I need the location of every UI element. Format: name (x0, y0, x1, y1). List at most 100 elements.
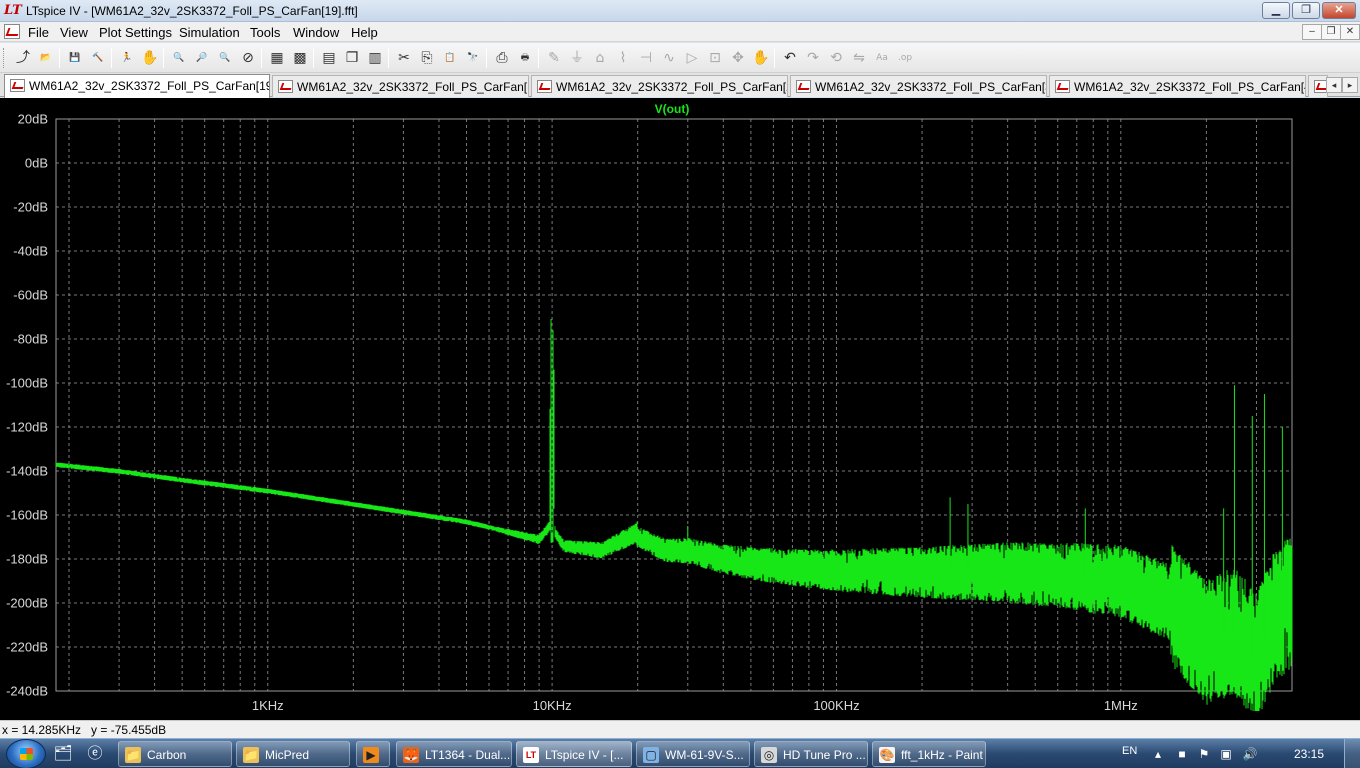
menu-view[interactable]: View (60, 25, 88, 40)
y-tick-label[interactable]: -140dB (6, 464, 48, 479)
tray-expand-icon[interactable]: ▴ (1150, 746, 1166, 762)
autorange-icon[interactable]: ▦ (268, 49, 286, 67)
print-icon[interactable]: 🖶 (516, 49, 534, 67)
zoom-cancel-icon[interactable]: ⊘ (239, 49, 257, 67)
tab-scroll-left-button[interactable]: ◂ (1326, 77, 1342, 93)
rotate-icon[interactable]: ⟲ (827, 49, 845, 67)
undo-icon[interactable]: ↶ (781, 49, 799, 67)
taskbar-item[interactable]: ▢ WM-61-9V-S... (636, 741, 750, 767)
taskbar-item[interactable]: LT LTspice IV - [... (516, 741, 632, 767)
text-icon[interactable]: Aa (873, 49, 891, 67)
tile-horizontal-icon[interactable]: ▤ (320, 49, 338, 67)
zoom-in-icon[interactable]: 🔍 (170, 49, 188, 67)
fft-plot[interactable] (0, 98, 1360, 720)
drag-icon[interactable]: ✋ (752, 49, 770, 67)
wire-icon[interactable]: ✎ (545, 49, 563, 67)
menu-tools[interactable]: Tools (250, 25, 280, 40)
zoom-back-icon[interactable]: 🔍 (216, 49, 234, 67)
mdi-minimize-button[interactable]: – (1302, 24, 1322, 40)
tray-clock[interactable]: 23:15 (1294, 747, 1324, 761)
redo-icon[interactable]: ↷ (804, 49, 822, 67)
taskbar-item[interactable]: 🦊 LT1364 - Dual... (396, 741, 512, 767)
fit-icon[interactable]: ▩ (291, 49, 309, 67)
x-tick-label[interactable]: 10KHz (533, 698, 572, 713)
tab-fft-1[interactable]: WM61A2_32v_2SK3372_Foll_PS_CarFan[1].fft (272, 75, 529, 97)
resistor-icon[interactable]: ⌇ (614, 49, 632, 67)
y-tick-label[interactable]: 20dB (18, 112, 48, 127)
y-tick-label[interactable]: -40dB (13, 244, 48, 259)
tray-language[interactable]: EN (1122, 745, 1137, 757)
move-icon[interactable]: ✥ (729, 49, 747, 67)
save-icon[interactable]: 💾 (66, 49, 84, 67)
menu-file[interactable]: File (28, 25, 49, 40)
close-button[interactable]: ✕ (1322, 2, 1356, 19)
ground-icon[interactable]: ⏚ (568, 49, 586, 67)
taskbar-item[interactable]: ◎ HD Tune Pro ... (754, 741, 868, 767)
trace-title[interactable]: V(out) (655, 102, 690, 116)
menu-window[interactable]: Window (293, 25, 339, 40)
waveform-plot-pane[interactable]: V(out) 20dB 0dB -20dB -40dB -60dB -80dB -100dB… (0, 98, 1360, 720)
y-tick-label[interactable]: -20dB (13, 200, 48, 215)
cascade-icon[interactable]: ❐ (343, 49, 361, 67)
y-tick-label[interactable]: -220dB (6, 640, 48, 655)
y-tick-label[interactable]: -100dB (6, 376, 48, 391)
capacitor-icon[interactable]: ⊣ (637, 49, 655, 67)
tab-fft-3[interactable]: WM61A2_32v_2SK3372_Foll_PS_CarFan[3].fft (790, 75, 1047, 97)
spice-directive-icon[interactable]: .op (896, 49, 914, 67)
y-tick-label[interactable]: -200dB (6, 596, 48, 611)
title-bar[interactable]: LT LTspice IV - [WM61A2_32v_2SK3372_Foll… (0, 0, 1360, 22)
run-icon[interactable]: 🏃 (118, 49, 136, 67)
tab-scroll-right-button[interactable]: ▸ (1342, 77, 1358, 93)
menu-help[interactable]: Help (351, 25, 378, 40)
tab-overflow[interactable] (1308, 75, 1328, 97)
y-tick-label[interactable]: -120dB (6, 420, 48, 435)
label-net-icon[interactable]: ⌂ (591, 49, 609, 67)
y-tick-label[interactable]: -180dB (6, 552, 48, 567)
minimize-button[interactable]: ▁ (1262, 2, 1290, 19)
tile-vertical-icon[interactable]: ▥ (366, 49, 384, 67)
mdi-close-button[interactable]: ✕ (1340, 24, 1360, 40)
tab-fft-4[interactable]: WM61A2_32v_2SK3372_Foll_PS_CarFan[4].fft (1049, 75, 1306, 97)
y-tick-label[interactable]: -80dB (13, 332, 48, 347)
document-menu-icon[interactable] (4, 24, 20, 39)
y-tick-label[interactable]: 0dB (25, 156, 48, 171)
volume-icon[interactable]: 🔊 (1242, 746, 1258, 762)
print-preview-icon[interactable]: ⎙ (493, 49, 511, 67)
mdi-restore-button[interactable]: ❐ (1321, 24, 1341, 40)
y-tick-label[interactable]: -60dB (13, 288, 48, 303)
control-panel-icon[interactable]: 🔨 (89, 49, 107, 67)
inductor-icon[interactable]: ∿ (660, 49, 678, 67)
open-waveform-icon[interactable]: ⤴ (14, 49, 32, 67)
tray-app-icon[interactable]: ■ (1174, 746, 1190, 762)
maximize-button[interactable]: ❐ (1292, 2, 1320, 19)
x-tick-label[interactable]: 100KHz (813, 698, 859, 713)
open-file-icon[interactable]: 📂 (37, 49, 55, 67)
taskbar-item[interactable]: 📁 Carbon (118, 741, 232, 767)
toolbar-grip[interactable] (3, 48, 7, 68)
taskbar-item[interactable]: 🎨 fft_1kHz - Paint (872, 741, 986, 767)
taskbar-item[interactable]: ▶ (356, 741, 390, 767)
action-center-icon[interactable]: ⚑ (1196, 746, 1212, 762)
start-button[interactable] (6, 739, 46, 768)
menu-plot-settings[interactable]: Plot Settings (99, 25, 172, 40)
y-tick-label[interactable]: -160dB (6, 508, 48, 523)
paste-icon[interactable]: 📋 (441, 49, 459, 67)
tab-fft-19[interactable]: WM61A2_32v_2SK3372_Foll_PS_CarFan[19].ff… (4, 74, 270, 98)
x-tick-label[interactable]: 1MHz (1104, 698, 1138, 713)
copy-icon[interactable]: ⎘ (418, 49, 436, 67)
diode-icon[interactable]: ▷ (683, 49, 701, 67)
find-icon[interactable]: 🔭 (464, 49, 482, 67)
cut-icon[interactable]: ✂ (395, 49, 413, 67)
menu-simulation[interactable]: Simulation (179, 25, 240, 40)
component-icon[interactable]: ⊡ (706, 49, 724, 67)
halt-icon[interactable]: ✋ (141, 49, 159, 67)
y-tick-label[interactable]: -240dB (6, 684, 48, 699)
zoom-out-icon[interactable]: 🔎 (193, 49, 211, 67)
x-tick-label[interactable]: 1KHz (252, 698, 284, 713)
show-desktop-button[interactable] (1344, 739, 1360, 768)
network-icon[interactable]: ▣ (1218, 746, 1234, 762)
mirror-icon[interactable]: ⇋ (850, 49, 868, 67)
tab-fft-2[interactable]: WM61A2_32v_2SK3372_Foll_PS_CarFan[2].fft (531, 75, 788, 97)
explorer-icon[interactable]: 🗂 (48, 742, 78, 766)
ie-icon[interactable]: ⓔ (80, 742, 110, 766)
